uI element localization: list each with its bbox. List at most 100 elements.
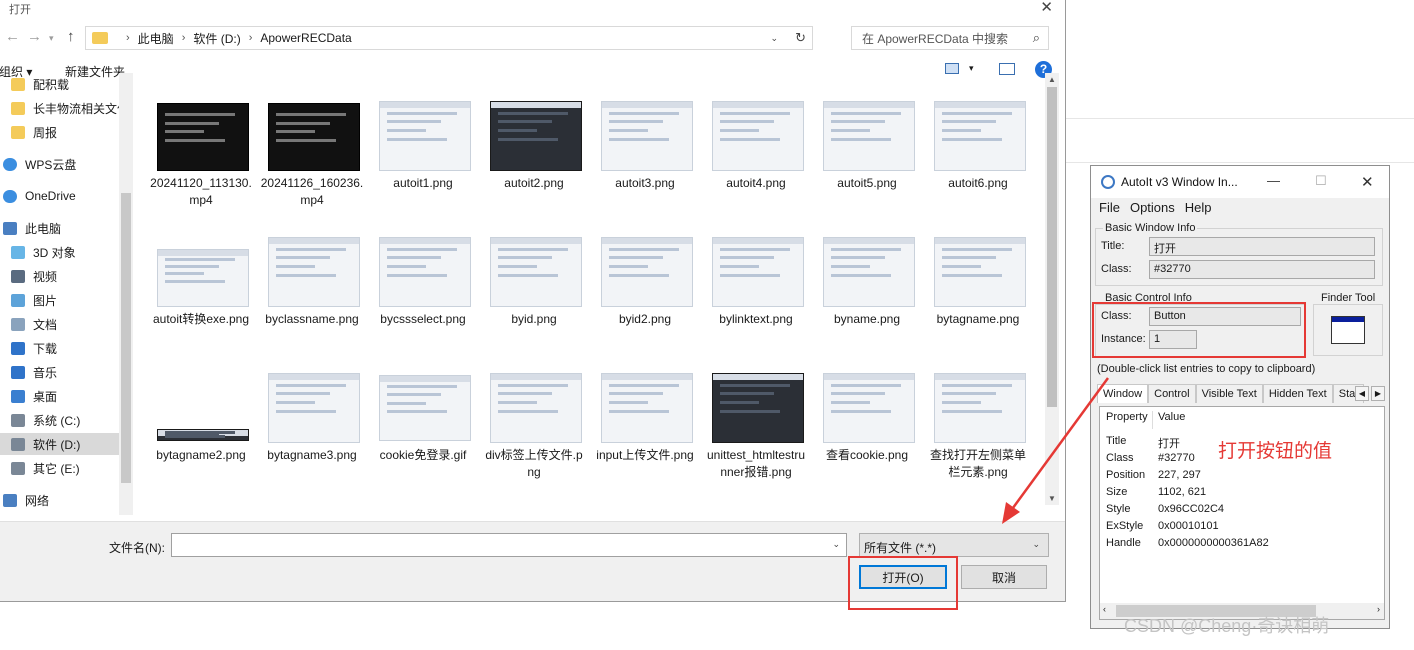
nav-item[interactable]: OneDrive	[0, 185, 76, 207]
address-bar[interactable]: › 此电脑 › 软件 (D:) › ApowerRECData ⌄ ↻	[85, 26, 813, 50]
file-thumbnail	[601, 373, 693, 443]
menu-bar: File Options Help	[1099, 200, 1222, 215]
scroll-right-icon[interactable]: ›	[1377, 604, 1380, 614]
property-value: #32770	[1158, 452, 1195, 464]
scroll-left-icon[interactable]: ‹	[1103, 604, 1106, 614]
minimize-icon[interactable]: —	[1267, 173, 1280, 188]
nav-item[interactable]: 视频	[0, 265, 57, 287]
finder-tool-icon[interactable]	[1331, 316, 1365, 344]
up-arrow-icon[interactable]: ↑	[67, 28, 75, 45]
nav-item[interactable]: 系统 (C:)	[0, 409, 80, 431]
nav-item[interactable]: WPS云盘	[0, 153, 76, 175]
window-title-value[interactable]: 打开	[1149, 237, 1375, 256]
chevron-down-icon[interactable]: ⌄	[832, 539, 840, 550]
nav-item-label: 长丰物流相关文件	[33, 101, 130, 116]
file-name: byclassname.png	[265, 312, 359, 326]
file-thumbnail	[379, 101, 471, 171]
filename-label: 文件名(N):	[109, 541, 165, 555]
breadcrumb-item[interactable]: 此电脑	[138, 30, 174, 47]
tab-scroll-left-icon[interactable]: ◀	[1355, 386, 1369, 401]
file-thumbnail	[712, 101, 804, 171]
file-name: byid2.png	[618, 312, 672, 326]
navigation-pane: 配积载长丰物流相关文件周报 WPS云盘 OneDrive 此电脑 3D 对象视频 图片文档…	[0, 73, 133, 515]
file-name: autoit3.png	[615, 176, 675, 190]
file-thumbnail	[268, 373, 360, 443]
nav-scrollbar[interactable]	[119, 73, 133, 515]
nav-item[interactable]: 音乐	[0, 361, 57, 383]
file-thumbnail	[379, 375, 471, 441]
cloud-icon	[3, 157, 17, 171]
property-row[interactable]: Size 1102, 621	[1100, 486, 1384, 502]
close-icon[interactable]: ✕	[1361, 173, 1374, 191]
property-row[interactable]: Style 0x96CC02C4	[1100, 503, 1384, 519]
highlight-open-button	[848, 556, 958, 610]
property-row[interactable]: Handle 0x0000000000361A82	[1100, 537, 1384, 553]
chevron-down-icon[interactable]: ⌄	[770, 33, 778, 44]
nav-item[interactable]: 其它 (E:)	[0, 457, 80, 479]
property-row[interactable]: ExStyle 0x00010101	[1100, 520, 1384, 536]
cancel-button[interactable]: 取消	[961, 565, 1047, 589]
nav-item[interactable]: 周报	[0, 121, 57, 143]
nav-item[interactable]: 长丰物流相关文件	[0, 97, 129, 119]
file-thumbnail	[712, 237, 804, 307]
history-dropdown-icon[interactable]: ▾	[49, 33, 54, 44]
file-name: autoit转换exe.png	[152, 312, 250, 326]
nav-item[interactable]: 网络	[0, 489, 49, 511]
property-row[interactable]: Position 227, 297	[1100, 469, 1384, 485]
video-icon	[11, 269, 25, 283]
nav-item[interactable]: 此电脑	[0, 217, 61, 239]
chevron-right-icon[interactable]: ›	[126, 32, 130, 44]
nav-item[interactable]: 文档	[0, 313, 57, 335]
file-name: bytagname2.png	[156, 448, 246, 462]
nav-item[interactable]: 桌面	[0, 385, 57, 407]
property-value: 打开	[1158, 438, 1180, 450]
music-icon	[11, 365, 25, 379]
chevron-down-icon[interactable]: ⌄	[1032, 539, 1040, 550]
tab-scroll-right-icon[interactable]: ▶	[1371, 386, 1385, 401]
nav-item[interactable]: 软件 (D:)	[0, 433, 119, 455]
search-icon[interactable]: ⌕	[1033, 30, 1040, 46]
nav-item[interactable]: 图片	[0, 289, 57, 311]
file-thumbnail	[823, 101, 915, 171]
close-icon[interactable]: ✕	[1040, 0, 1053, 16]
file-thumbnail	[157, 249, 249, 307]
chevron-right-icon[interactable]: ›	[249, 32, 253, 44]
nav-item-label: 桌面	[33, 389, 58, 404]
breadcrumb-item[interactable]: ApowerRECData	[260, 31, 351, 45]
maximize-icon[interactable]: ☐	[1315, 173, 1327, 189]
back-arrow-icon[interactable]: ←	[5, 28, 20, 45]
menu-help[interactable]: Help	[1185, 200, 1212, 215]
breadcrumb-item[interactable]: 软件 (D:)	[193, 30, 240, 47]
network-icon	[3, 493, 17, 507]
property-value: 0x00010101	[1158, 520, 1219, 532]
nav-item[interactable]: 配积载	[0, 73, 69, 95]
window-class-label: Class:	[1101, 263, 1132, 275]
menu-file[interactable]: File	[1099, 200, 1120, 215]
nav-item[interactable]: 下载	[0, 337, 57, 359]
list-header: Property Value	[1100, 411, 1384, 427]
desktop-icon	[11, 389, 25, 403]
chevron-right-icon[interactable]: ›	[182, 32, 186, 44]
tab-hidden-text[interactable]: Hidden Text	[1262, 384, 1333, 403]
search-input[interactable]: 在 ApowerRECData 中搜索 ⌕	[851, 26, 1049, 50]
nav-item-label: 其它 (E:)	[33, 461, 80, 476]
forward-arrow-icon[interactable]: →	[27, 28, 42, 45]
column-header[interactable]: Value	[1158, 411, 1185, 423]
menu-options[interactable]: Options	[1130, 200, 1175, 215]
window-class-value[interactable]: #32770	[1149, 260, 1375, 279]
tab-visible-text[interactable]: Visible Text	[1195, 384, 1263, 403]
nav-item-label: 文档	[33, 317, 58, 332]
filename-input[interactable]: ⌄	[171, 533, 847, 557]
annotation-text: 打开按钮的值	[1218, 441, 1333, 462]
annotation-arrow	[1002, 377, 1110, 524]
finder-tool-label: Finder Tool	[1319, 292, 1378, 304]
tab-control[interactable]: Control	[1148, 384, 1196, 403]
nav-item[interactable]: 3D 对象	[0, 241, 76, 263]
file-name: div标签上传文件.png	[485, 448, 583, 479]
file-name: autoit6.png	[948, 176, 1008, 190]
folder-icon	[11, 101, 25, 115]
nav-item-label: 3D 对象	[33, 245, 76, 260]
filetype-select[interactable]: 所有文件 (*.*) ⌄	[859, 533, 1049, 557]
refresh-icon[interactable]: ↻	[795, 30, 806, 46]
scroll-up-icon[interactable]: ▲	[1048, 75, 1056, 84]
